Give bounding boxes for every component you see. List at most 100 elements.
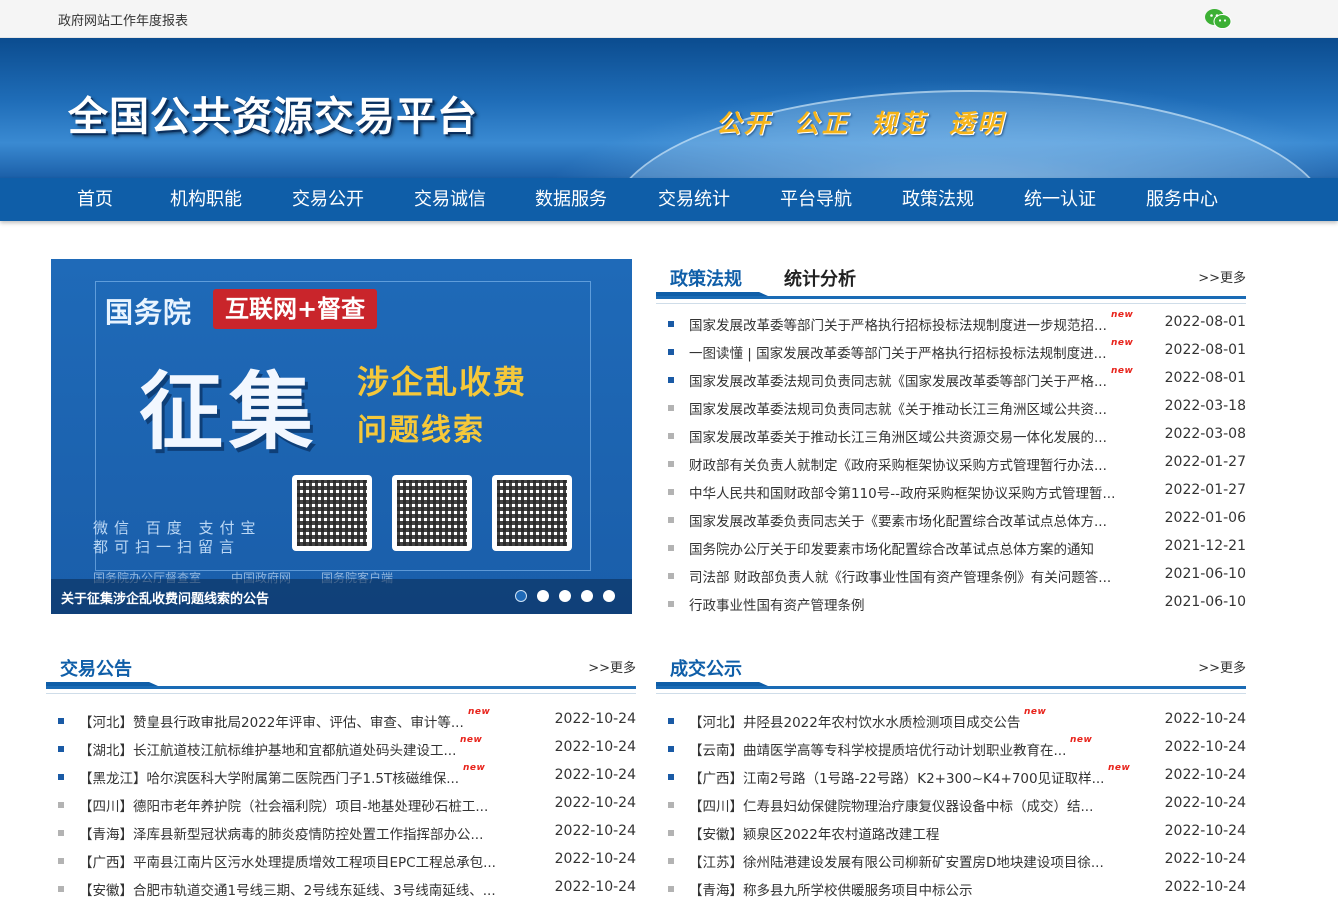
slider-dot[interactable]: [515, 590, 527, 602]
list-item-title[interactable]: 国家发展改革委法规司负责同志就《国家发展改革委等部门关于严格...: [689, 370, 1107, 390]
tab-stats-analysis[interactable]: 统计分析: [784, 265, 856, 291]
list-item-title[interactable]: 【安徽】颍泉区2022年农村道路改建工程: [689, 823, 939, 843]
list-item-title[interactable]: 国家发展改革委等部门关于严格执行招标投标法规制度进一步规范招...: [689, 314, 1107, 334]
list-item[interactable]: 【青海】泽库县新型冠状病毒的肺炎疫情防控处置工作指挥部办公... 2022-10-…: [56, 823, 636, 843]
list-item-title[interactable]: 【青海】称多县九所学校供暖服务项目中标公示: [689, 879, 973, 899]
nav-organization[interactable]: 机构职能: [170, 178, 242, 221]
list-item[interactable]: 【云南】曲靖医学高等专科学校提质培优行动计划职业教育在... new 2022-10…: [666, 735, 1246, 759]
bullet-icon: [668, 433, 674, 439]
list-item[interactable]: 【四川】仁寿县妇幼保健院物理治疗康复仪器设备中标（成交）结... 2022-10-…: [666, 795, 1246, 815]
bullet-icon: [58, 718, 64, 724]
list-item[interactable]: 行政事业性国有资产管理条例 2021-06-10: [666, 594, 1246, 614]
list-item-title[interactable]: 【广西】平南县江南片区污水处理提质增效工程项目EPC工程总承包...: [79, 851, 496, 871]
list-item-date: 2022-10-24: [554, 879, 636, 895]
list-item-title[interactable]: 【河北】赞皇县行政审批局2022年评审、评估、审查、审计等...: [79, 711, 464, 731]
slider-dot[interactable]: [581, 590, 593, 602]
list-item[interactable]: 【湖北】长江航道枝江航标维护基地和宜都航道处码头建设工... new 2022-10…: [56, 735, 636, 759]
list-item[interactable]: 【安徽】颍泉区2022年农村道路改建工程 2022-10-24: [666, 823, 1246, 843]
list-item-title[interactable]: 【湖北】长江航道枝江航标维护基地和宜都航道处码头建设工...: [79, 739, 456, 759]
notice-list: 【河北】赞皇县行政审批局2022年评审、评估、审查、审计等... new 2022-…: [56, 707, 636, 901]
bullet-icon: [668, 573, 674, 579]
list-item[interactable]: 【安徽】合肥市轨道交通1号线三期、2号线东延线、3号线南延线、... 2022-1…: [56, 879, 636, 899]
list-item-date: 2021-12-21: [1164, 538, 1246, 554]
nav-unified-auth[interactable]: 统一认证: [1024, 178, 1096, 221]
list-item-title[interactable]: 国务院办公厅关于印发要素市场化配置综合改革试点总体方案的通知: [689, 538, 1094, 558]
list-item[interactable]: 国家发展改革委法规司负责同志就《国家发展改革委等部门关于严格... new 2022…: [666, 366, 1246, 390]
tab-policy[interactable]: 政策法规: [670, 265, 742, 291]
list-item-title[interactable]: 司法部 财政部负责人就《行政事业性国有资产管理条例》有关问题答...: [689, 566, 1111, 586]
list-item-title[interactable]: 【江苏】徐州陆港建设发展有限公司柳新矿安置房D地块建设项目徐...: [689, 851, 1104, 871]
slider-dot[interactable]: [537, 590, 549, 602]
list-item-date: 2021-06-10: [1164, 566, 1246, 582]
list-item[interactable]: 【黑龙江】哈尔滨医科大学附属第二医院西门子1.5T核磁维保... new 2022-…: [56, 763, 636, 787]
bullet-icon: [668, 461, 674, 467]
list-item-title[interactable]: 【黑龙江】哈尔滨医科大学附属第二医院西门子1.5T核磁维保...: [79, 767, 459, 787]
list-item-title[interactable]: 国家发展改革委法规司负责同志就《关于推动长江三角洲区域公共资...: [689, 398, 1107, 418]
list-item[interactable]: 一图读懂 | 国家发展改革委等部门关于严格执行招标投标法规制度进... new 20…: [666, 338, 1246, 362]
list-item-title[interactable]: 中华人民共和国财政部令第110号--政府采购框架协议采购方式管理暂...: [689, 482, 1115, 502]
list-item[interactable]: 国家发展改革委法规司负责同志就《关于推动长江三角洲区域公共资... 2022-03…: [666, 398, 1246, 418]
nav-platform-nav[interactable]: 平台导航: [780, 178, 852, 221]
slide-caption[interactable]: 关于征集涉企乱收费问题线索的公告: [61, 588, 269, 607]
list-item-title[interactable]: 财政部有关负责人就制定《政府采购框架协议采购方式管理暂行办法...: [689, 454, 1107, 474]
list-item[interactable]: 【广西】平南县江南片区污水处理提质增效工程项目EPC工程总承包... 2022-1…: [56, 851, 636, 871]
site-title[interactable]: 全国公共资源交易平台: [68, 84, 478, 142]
list-item-title[interactable]: 【河北】井陉县2022年农村饮水水质检测项目成交公告: [689, 711, 1020, 731]
list-item-title[interactable]: 行政事业性国有资产管理条例: [689, 594, 865, 614]
notice-more-link[interactable]: >>更多: [588, 657, 636, 676]
list-item-date: 2022-08-01: [1164, 370, 1246, 386]
news-slider[interactable]: 国务院 互联网+督查 征集 涉企乱收费 问题线索 微信 百度 支付宝 都可扫一扫…: [51, 259, 632, 614]
list-item-title[interactable]: 国家发展改革委关于推动长江三角洲区域公共资源交易一体化发展的...: [689, 426, 1107, 446]
annual-report-link[interactable]: 政府网站工作年度报表: [58, 10, 188, 29]
slider-dot[interactable]: [603, 590, 615, 602]
list-item[interactable]: 【青海】称多县九所学校供暖服务项目中标公示 2022-10-24: [666, 879, 1246, 899]
nav-trade-open[interactable]: 交易公开: [292, 178, 364, 221]
list-item-title[interactable]: 【安徽】合肥市轨道交通1号线三期、2号线东延线、3号线南延线、...: [79, 879, 496, 899]
deal-more-link[interactable]: >>更多: [1198, 657, 1246, 676]
list-item[interactable]: 国家发展改革委关于推动长江三角洲区域公共资源交易一体化发展的... 2022-03…: [666, 426, 1246, 446]
bullet-icon: [668, 377, 674, 383]
wechat-icon[interactable]: [1204, 8, 1232, 30]
list-item-date: 2022-03-08: [1164, 426, 1246, 442]
list-item[interactable]: 国家发展改革委等部门关于严格执行招标投标法规制度进一步规范招... new 2022…: [666, 310, 1246, 334]
nav-service-center[interactable]: 服务中心: [1146, 178, 1218, 221]
list-item[interactable]: 国务院办公厅关于印发要素市场化配置综合改革试点总体方案的通知 2021-12-21: [666, 538, 1246, 558]
list-item[interactable]: 司法部 财政部负责人就《行政事业性国有资产管理条例》有关问题答... 2021-0…: [666, 566, 1246, 586]
list-item-date: 2022-10-24: [554, 767, 636, 783]
list-item-title[interactable]: 【四川】仁寿县妇幼保健院物理治疗康复仪器设备中标（成交）结...: [689, 795, 1093, 815]
list-item-title[interactable]: 【青海】泽库县新型冠状病毒的肺炎疫情防控处置工作指挥部办公...: [79, 823, 483, 843]
nav-policy[interactable]: 政策法规: [902, 178, 974, 221]
policy-more-link[interactable]: >>更多: [1198, 267, 1246, 286]
nav-data-service[interactable]: 数据服务: [535, 178, 607, 221]
list-item[interactable]: 【河北】井陉县2022年农村饮水水质检测项目成交公告 new 2022-10-24: [666, 707, 1246, 731]
new-badge-icon: new: [1024, 707, 1047, 717]
slide-gwy-text: 国务院: [105, 296, 193, 329]
list-item-title[interactable]: 【云南】曲靖医学高等专科学校提质培优行动计划职业教育在...: [689, 739, 1066, 759]
list-item[interactable]: 【江苏】徐州陆港建设发展有限公司柳新矿安置房D地块建设项目徐... 2022-10…: [666, 851, 1246, 871]
nav-trade-stats[interactable]: 交易统计: [658, 178, 730, 221]
list-item-date: 2022-08-01: [1164, 314, 1246, 330]
list-item-date: 2022-10-24: [1164, 795, 1246, 811]
list-item[interactable]: 【广西】江南2号路（1号路-22号路）K2+300~K4+700见证取样... n…: [666, 763, 1246, 787]
policy-list: 国家发展改革委等部门关于严格执行招标投标法规制度进一步规范招... new 2022…: [666, 310, 1246, 614]
list-item[interactable]: 财政部有关负责人就制定《政府采购框架协议采购方式管理暂行办法... 2022-01…: [666, 454, 1246, 474]
list-item-title[interactable]: 一图读懂 | 国家发展改革委等部门关于严格执行招标投标法规制度进...: [689, 342, 1107, 362]
bullet-icon: [58, 774, 64, 780]
list-item[interactable]: 【四川】德阳市老年养护院（社会福利院）项目-地基处理砂石桩工... 2022-10…: [56, 795, 636, 815]
list-item-title[interactable]: 【广西】江南2号路（1号路-22号路）K2+300~K4+700见证取样...: [689, 767, 1104, 787]
list-item-date: 2022-01-06: [1164, 510, 1246, 526]
slider-dot[interactable]: [559, 590, 571, 602]
list-item[interactable]: 国家发展改革委负责同志关于《要素市场化配置综合改革试点总体方... 2022-01…: [666, 510, 1246, 530]
qr-code-icon: [492, 475, 572, 551]
deal-heading[interactable]: 成交公示: [670, 655, 742, 681]
nav-trade-credit[interactable]: 交易诚信: [414, 178, 486, 221]
slider-dots: [515, 590, 625, 606]
nav-home[interactable]: 首页: [77, 178, 113, 221]
list-item-date: 2022-10-24: [554, 823, 636, 839]
notice-heading[interactable]: 交易公告: [60, 655, 132, 681]
list-item-title[interactable]: 【四川】德阳市老年养护院（社会福利院）项目-地基处理砂石桩工...: [79, 795, 488, 815]
header-rule-light: [656, 303, 1246, 304]
list-item[interactable]: 【河北】赞皇县行政审批局2022年评审、评估、审查、审计等... new 2022-…: [56, 707, 636, 731]
list-item[interactable]: 中华人民共和国财政部令第110号--政府采购框架协议采购方式管理暂... 2022…: [666, 482, 1246, 502]
list-item-title[interactable]: 国家发展改革委负责同志关于《要素市场化配置综合改革试点总体方...: [689, 510, 1107, 530]
